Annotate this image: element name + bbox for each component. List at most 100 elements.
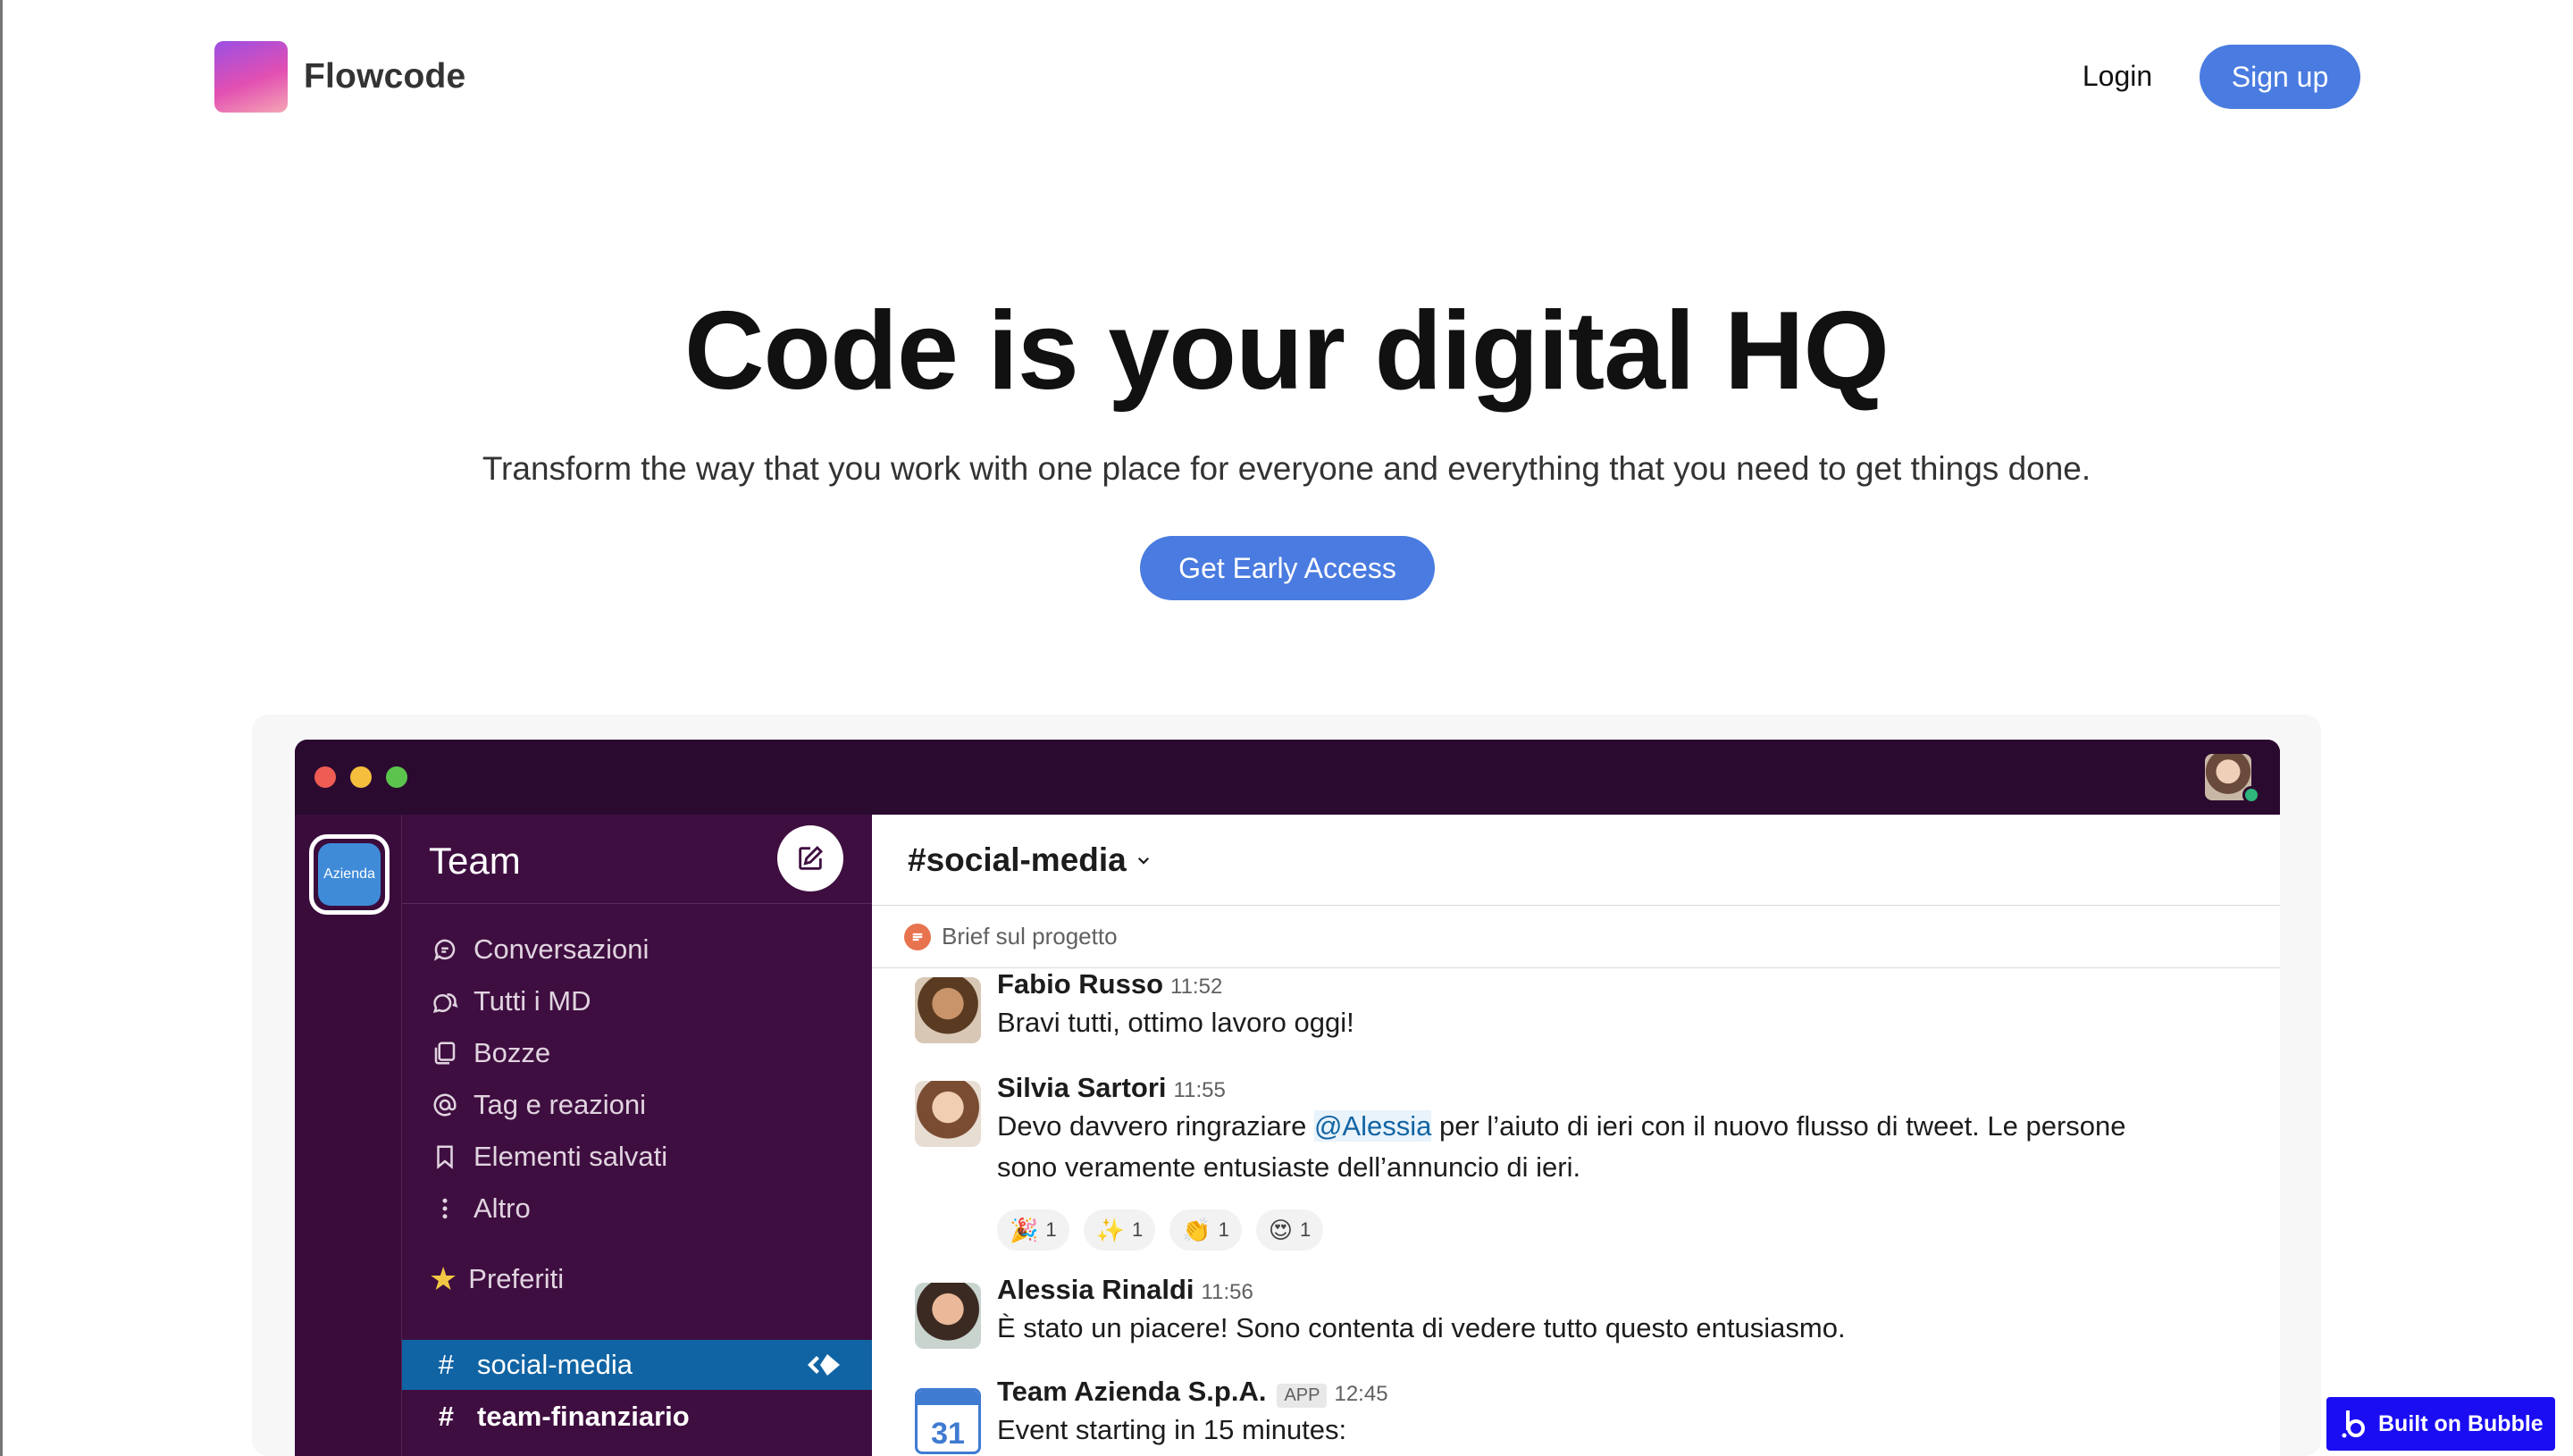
message-text: Devo davvero ringraziare @Alessia per l’… xyxy=(997,1106,2176,1188)
flowcode-logo xyxy=(214,41,288,113)
get-early-access-button[interactable]: Get Early Access xyxy=(1140,536,1435,600)
message-author[interactable]: Silvia Sartori xyxy=(997,1072,1167,1104)
star-icon: ★ xyxy=(429,1260,458,1297)
reaction-count: 1 xyxy=(1299,1218,1312,1241)
message-time[interactable]: 11:52 xyxy=(1170,975,1222,1000)
sidebar-item-conversazioni[interactable]: Conversazioni xyxy=(429,927,649,972)
hero-subtitle: Transform the way that you work with one… xyxy=(482,450,2091,487)
channel-title-button[interactable]: #social-media xyxy=(908,841,1152,879)
app-badge: APP xyxy=(1277,1384,1328,1408)
hash-icon: # xyxy=(438,1401,454,1432)
message-header: Alessia Rinaldi 11:56 xyxy=(997,1274,1253,1306)
party-icon: 🎉 xyxy=(1010,1216,1039,1243)
message-header: Team Azienda S.p.A. APP 12:45 xyxy=(997,1376,1388,1408)
avatar[interactable] xyxy=(915,1283,981,1349)
channel-header: #social-media xyxy=(872,815,2280,906)
hash-icon: # xyxy=(438,1349,454,1380)
message-author[interactable]: Team Azienda S.p.A. xyxy=(997,1376,1266,1408)
sidebar-item-bozze[interactable]: Bozze xyxy=(429,1031,550,1075)
message-time[interactable]: 11:56 xyxy=(1202,1280,1253,1305)
hero-title: Code is your digital HQ xyxy=(683,289,1890,413)
message-text: Bravi tutti, ottimo lavoro oggi! xyxy=(997,1007,1354,1038)
message-text-part: Devo davvero ringraziare xyxy=(997,1110,1314,1142)
brief-label: Brief sul progetto xyxy=(942,923,1118,950)
login-link[interactable]: Login xyxy=(2055,54,2180,98)
section-preferiti[interactable]: ★ Preferiti xyxy=(429,1257,564,1301)
compose-icon xyxy=(799,845,824,870)
sidebar-item-tag-e-reazioni[interactable]: Tag e reazioni xyxy=(429,1083,646,1127)
hash-icon: # xyxy=(411,1452,454,1456)
badge-label: Built on Bubble xyxy=(2378,1410,2544,1436)
reaction-bar: 🎉 1 ✨ 1 👏 1 😍 1 xyxy=(997,1209,1337,1251)
workspace-rail: Azienda xyxy=(295,815,402,1456)
reaction-party[interactable]: 🎉 1 xyxy=(997,1209,1069,1251)
sidebar-item-elementi-salvati[interactable]: Elementi salvati xyxy=(429,1134,667,1179)
signup-button[interactable]: Sign up xyxy=(2200,45,2360,109)
bookmark-icon xyxy=(429,1141,461,1173)
reaction-count: 1 xyxy=(1218,1218,1229,1241)
compose-button[interactable] xyxy=(777,825,843,891)
team-header: Team xyxy=(402,815,872,904)
heart-eyes-icon: 😍 xyxy=(1268,1216,1293,1243)
dm-icon xyxy=(429,985,461,1017)
sidebar-item-altro[interactable]: Altro xyxy=(429,1186,531,1231)
top-navbar: Flowcode Login Sign up xyxy=(0,0,2573,152)
reaction-count: 1 xyxy=(1132,1218,1144,1241)
sparkles-icon: ✨ xyxy=(1095,1216,1125,1243)
message-author[interactable]: Alessia Rinaldi xyxy=(997,1274,1194,1306)
channel-team-finanziario[interactable]: # team-finanziario xyxy=(402,1392,872,1442)
clap-icon: 👏 xyxy=(1182,1216,1211,1243)
calendar-icon[interactable]: 31 xyxy=(915,1388,981,1454)
channel-name: team-finanziario xyxy=(477,1401,690,1432)
presence-indicator xyxy=(2242,786,2260,804)
sidebar-item-label: Elementi salvati xyxy=(474,1141,668,1172)
message-time[interactable]: 11:55 xyxy=(1174,1078,1226,1103)
threads-icon xyxy=(429,933,461,966)
sidebar-item-label: Tag e reazioni xyxy=(474,1089,647,1120)
maximize-window-dot[interactable] xyxy=(386,766,407,788)
message-text: Event starting in 15 minutes: xyxy=(997,1414,1347,1445)
message-header: Fabio Russo 11:52 xyxy=(997,968,1222,1000)
reaction-sparkles[interactable]: ✨ 1 xyxy=(1083,1209,1156,1251)
drafts-icon xyxy=(429,1037,461,1069)
shared-channel-icon xyxy=(808,1354,840,1376)
message-text: È stato un piacere! Sono contenta di ved… xyxy=(997,1312,1846,1343)
team-name[interactable]: Team xyxy=(429,840,521,883)
canvas-icon xyxy=(904,923,931,950)
channel-social-media[interactable]: # social-media xyxy=(402,1340,872,1390)
calendar-header xyxy=(918,1391,978,1405)
more-icon xyxy=(429,1192,461,1225)
channel-name: social-media xyxy=(477,1349,633,1380)
mention-icon xyxy=(429,1089,461,1121)
sidebar-item-label: Altro xyxy=(474,1192,531,1224)
channel-name: team-progettazione xyxy=(477,1452,733,1456)
sidebar-item-label: Bozze xyxy=(474,1037,551,1068)
chevron-down-icon xyxy=(1137,857,1149,865)
user-mention[interactable]: @Alessia xyxy=(1313,1110,1432,1142)
reaction-heart-eyes[interactable]: 😍 1 xyxy=(1255,1209,1324,1251)
window-titlebar xyxy=(295,740,2280,815)
bubble-logo-icon xyxy=(2342,1410,2365,1438)
workspace-switcher[interactable]: Azienda xyxy=(309,834,390,915)
calendar-day: 31 xyxy=(931,1417,965,1451)
pinned-brief[interactable]: Brief sul progetto xyxy=(872,906,2280,968)
close-window-dot[interactable] xyxy=(314,766,336,788)
app-window: Azienda Team Conversazioni Tutti i MD Bo… xyxy=(295,740,2280,1456)
built-on-bubble-badge[interactable]: Built on Bubble xyxy=(2326,1397,2555,1451)
reaction-count: 1 xyxy=(1045,1218,1057,1241)
channel-team-progettazione[interactable]: # team-progettazione xyxy=(402,1443,872,1456)
brand[interactable]: Flowcode xyxy=(214,41,465,113)
sidebar-item-label: Tutti i MD xyxy=(474,985,591,1017)
message-header: Silvia Sartori 11:55 xyxy=(997,1072,1226,1104)
sidebar-item-tutti-i-md[interactable]: Tutti i MD xyxy=(429,979,591,1024)
sidebar-item-label: Conversazioni xyxy=(474,933,650,965)
minimize-window-dot[interactable] xyxy=(350,766,372,788)
avatar[interactable] xyxy=(915,977,981,1043)
message-author[interactable]: Fabio Russo xyxy=(997,968,1163,1000)
reaction-clap[interactable]: 👏 1 xyxy=(1169,1209,1242,1251)
workspace-label: Azienda xyxy=(318,843,381,906)
section-label: Preferiti xyxy=(468,1263,565,1294)
message-time[interactable]: 12:45 xyxy=(1334,1382,1387,1407)
brand-name: Flowcode xyxy=(304,57,466,96)
avatar[interactable] xyxy=(915,1081,981,1147)
